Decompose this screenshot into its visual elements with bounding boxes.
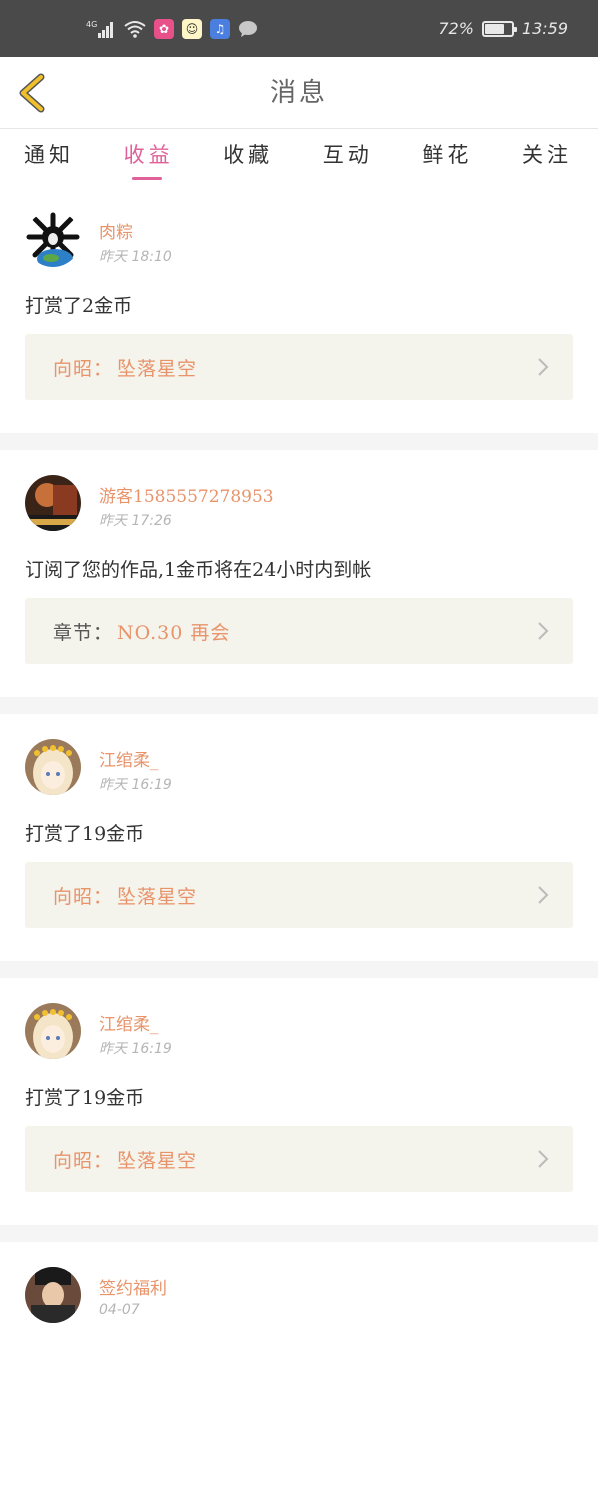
- tab-earnings[interactable]: 收益: [124, 130, 174, 186]
- work-link[interactable]: 向昭： 坠落星空: [25, 862, 573, 928]
- username[interactable]: 签约福利: [99, 1274, 167, 1299]
- username[interactable]: 江绾柔_: [99, 1010, 159, 1035]
- chevron-right-icon: [538, 622, 549, 640]
- timestamp: 04-07: [99, 1302, 140, 1318]
- username[interactable]: 游客1585557278953: [99, 482, 274, 507]
- timestamp: 昨天 16:19: [99, 777, 172, 793]
- message-text: 打赏了19金币: [25, 823, 145, 845]
- message-card: 江绾柔_ 昨天 16:19 打赏了19金币 向昭： 坠落星空: [0, 714, 598, 961]
- divider: [0, 961, 598, 978]
- message-card: 游客1585557278953 昨天 17:26 订阅了您的作品,1金币将在24…: [0, 450, 598, 697]
- avatar[interactable]: [25, 1003, 81, 1059]
- message-text: 订阅了您的作品,1金币将在24小时内到帐: [25, 559, 372, 581]
- ref-value: NO.30 再会: [117, 621, 231, 644]
- ref-label: 向昭：: [53, 1149, 114, 1172]
- username[interactable]: 肉粽: [99, 218, 133, 243]
- signal-icon: 4G: [86, 19, 116, 39]
- ref-value: 坠落星空: [117, 885, 198, 908]
- battery-level: [484, 23, 504, 34]
- ref-value: 坠落星空: [117, 1149, 198, 1172]
- tab-bar: 通知 收益 收藏 互动 鲜花 关注: [0, 130, 598, 186]
- chevron-right-icon: [538, 886, 549, 904]
- tab-follows[interactable]: 关注: [522, 130, 572, 186]
- message-card: 签约福利 04-07: [0, 1242, 598, 1489]
- divider: [0, 433, 598, 450]
- message-text: 打赏了2金币: [25, 295, 133, 317]
- clock: 13:59: [521, 19, 568, 38]
- message-text: 打赏了19金币: [25, 1087, 145, 1109]
- work-link[interactable]: 向昭： 坠落星空: [25, 1126, 573, 1192]
- divider: [0, 1225, 598, 1242]
- work-link[interactable]: 向昭： 坠落星空: [25, 334, 573, 400]
- ref-label: 向昭：: [53, 357, 114, 380]
- timestamp: 昨天 18:10: [99, 249, 172, 265]
- ref-value: 坠落星空: [117, 357, 198, 380]
- tab-interactions[interactable]: 互动: [323, 130, 373, 186]
- chapter-link[interactable]: 章节： NO.30 再会: [25, 598, 573, 664]
- tab-notifications[interactable]: 通知: [24, 130, 74, 186]
- chevron-right-icon: [538, 1150, 549, 1168]
- username[interactable]: 江绾柔_: [99, 746, 159, 771]
- ref-label: 章节：: [53, 621, 114, 644]
- chat-bubble-icon: [238, 20, 258, 38]
- status-bar: 4G ✿ ☺ ♫ 72% 13:59: [0, 0, 598, 57]
- ref-label: 向昭：: [53, 885, 114, 908]
- battery-icon: [481, 20, 517, 37]
- timestamp: 昨天 17:26: [99, 513, 172, 529]
- message-card: 肉粽 昨天 18:10 打赏了2金币 向昭： 坠落星空: [0, 186, 598, 433]
- sunflower-app-icon: ☺: [182, 18, 202, 39]
- timestamp: 昨天 16:19: [99, 1041, 172, 1057]
- message-card: 江绾柔_ 昨天 16:19 打赏了19金币 向昭： 坠落星空: [0, 978, 598, 1225]
- avatar[interactable]: [25, 1267, 81, 1323]
- tab-flowers[interactable]: 鲜花: [422, 130, 472, 186]
- avatar[interactable]: [25, 211, 81, 267]
- message-list: 肉粽 昨天 18:10 打赏了2金币 向昭： 坠落星空 游客1585557278…: [0, 186, 598, 1489]
- wifi-icon: [124, 20, 146, 38]
- chevron-right-icon: [538, 358, 549, 376]
- cat-app-icon: ✿: [154, 18, 174, 39]
- music-app-icon: ♫: [210, 18, 230, 39]
- network-type: 4G: [86, 20, 97, 29]
- tab-favorites[interactable]: 收藏: [223, 130, 273, 186]
- battery-percent: 72%: [438, 19, 474, 38]
- status-right: 72% 13:59: [438, 19, 568, 38]
- status-icons: 4G ✿ ☺ ♫: [86, 18, 258, 39]
- avatar[interactable]: [25, 739, 81, 795]
- avatar[interactable]: [25, 475, 81, 531]
- divider: [0, 697, 598, 714]
- page-title: 消息: [269, 78, 328, 108]
- header: 消息: [0, 57, 598, 129]
